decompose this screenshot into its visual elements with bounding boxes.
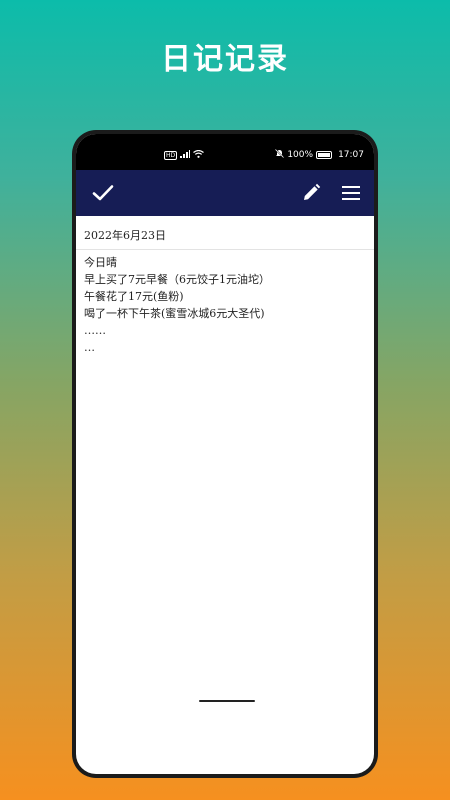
status-time: 17:07 [338, 150, 364, 160]
note-body[interactable]: 今日晴 早上买了7元早餐（6元饺子1元油坨） 午餐花了17元(鱼粉) 喝了一杯下… [84, 254, 366, 356]
note-line: 喝了一杯下午茶(蜜雪冰城6元大圣代) [84, 307, 265, 320]
pencil-icon[interactable] [298, 180, 324, 206]
note-date-text: 2022年6月23日 [84, 229, 166, 242]
note-line: …… [84, 324, 106, 337]
home-indicator[interactable] [199, 700, 255, 702]
note-date[interactable]: 2022年6月23日 [76, 216, 374, 250]
check-icon[interactable] [90, 180, 116, 206]
app-bar [76, 170, 374, 216]
status-bar: HD 100% 17:07 [76, 134, 374, 170]
status-icons-right: 100% 17:07 [275, 149, 364, 161]
signal-icon [180, 150, 191, 161]
promo-title: 日记记录 [161, 42, 289, 77]
wifi-icon [193, 149, 205, 161]
note-line: 今日晴 [84, 256, 117, 269]
hamburger-menu-icon[interactable] [338, 180, 364, 206]
battery-percent: 100% [287, 150, 314, 160]
phone-screen: HD 100% 17:07 2022年6月23日 今日晴 早上买了7元早餐（6元… [76, 134, 374, 774]
phone-frame: HD 100% 17:07 2022年6月23日 今日晴 早上买了7元早餐（6元… [72, 130, 378, 778]
note-line: 早上买了7元早餐（6元饺子1元油坨） [84, 273, 270, 286]
status-icons-center: HD [164, 149, 205, 161]
hd-badge: HD [164, 151, 178, 160]
mute-bell-icon [275, 149, 285, 161]
note-line: 午餐花了17元(鱼粉) [84, 290, 184, 303]
note-line: … [84, 341, 95, 354]
battery-icon [316, 151, 333, 159]
